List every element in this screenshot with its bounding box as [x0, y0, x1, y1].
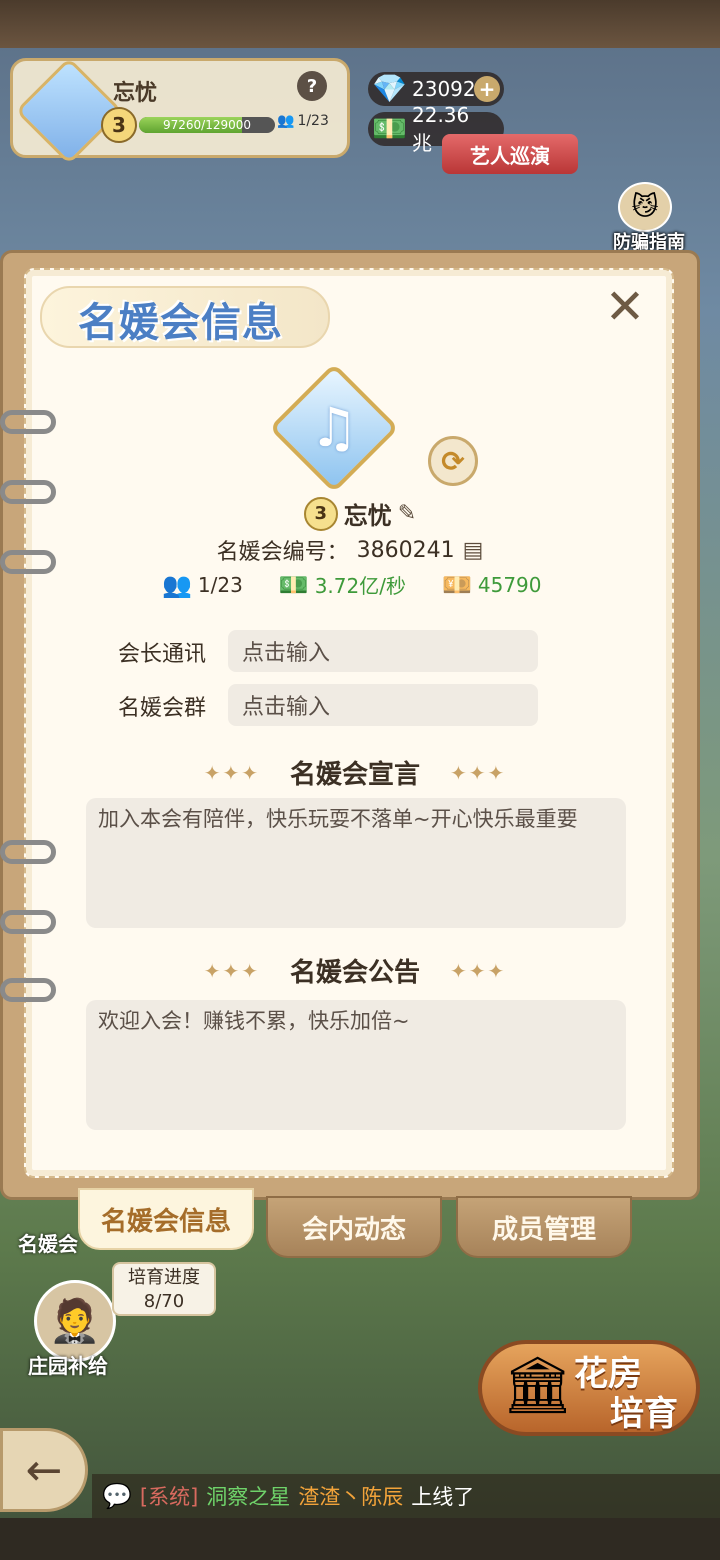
close-button[interactable]: ✕ [600, 282, 650, 332]
cash-icon: 💵 [372, 112, 407, 145]
guild-id-row: 名媛会编号： 3860241 ▤ [0, 534, 700, 566]
tab-guild-activity[interactable]: 会内动态 [266, 1196, 442, 1258]
guild-scene-label: 名媛会 [18, 1232, 78, 1256]
greenhouse-cultivate-button[interactable]: 🏛 花房 培育 [478, 1340, 700, 1436]
anti-fraud-icon[interactable]: 😼 [618, 182, 672, 232]
back-button[interactable]: ← [0, 1428, 88, 1512]
income-stat: 💵 3.72亿/秒 [279, 570, 406, 599]
sparkle-icon: ✦✦✦ [450, 760, 507, 785]
leader-contact-label: 会长通讯 [118, 642, 207, 667]
banknote-icon: 💴 [441, 570, 472, 599]
binder-ring [0, 840, 56, 864]
sparkle-icon: ✦✦✦ [450, 958, 507, 983]
guild-emblem[interactable]: ♫ [268, 362, 400, 494]
gem-counter: 💎 23092 + [368, 72, 504, 106]
notice-heading: ✦✦✦ 名媛会公告 ✦✦✦ [0, 952, 710, 989]
help-button[interactable]: ? [297, 71, 327, 101]
cash-stat: 💴 45790 [442, 571, 542, 599]
members-icon: 👥 [277, 113, 295, 129]
greenhouse-label-line2: 培育 [610, 1394, 678, 1434]
chat-message: 上线了 [411, 1485, 475, 1509]
member-stat: 👥 1/23 [162, 571, 243, 599]
guild-name: 忘忧 [113, 81, 158, 106]
guild-level-badge: 3 [303, 496, 338, 531]
greenhouse-label: 花房 培育 [574, 1354, 678, 1434]
declaration-textbox[interactable]: 加入本会有陪伴，快乐玩耍不落单~开心快乐最重要 [86, 798, 626, 928]
harp-icon: ♫ [309, 396, 359, 459]
sparkle-icon: ✦✦✦ [203, 958, 260, 983]
income-icon: 💵 [278, 570, 309, 599]
notice-title: 名媛会公告 [289, 958, 420, 988]
guild-name-row: 3 忘忧 ✎ [0, 496, 720, 531]
chat-ticker[interactable]: 💬 [系统] 洞察之星 渣渣丶陈辰 上线了 [92, 1474, 720, 1518]
refresh-emblem-button[interactable]: ⟳ [428, 436, 478, 486]
guild-summary-card[interactable]: 3 忘忧 ? 97260/129000 👥 1/23 [10, 57, 350, 165]
guild-id-value: 3860241 [356, 537, 455, 563]
tab-member-management[interactable]: 成员管理 [456, 1196, 632, 1258]
gem-icon: 💎 [372, 72, 407, 105]
guild-level-badge: 3 [101, 107, 137, 143]
guild-xp-text: 97260/129000 [162, 118, 252, 132]
estate-supply-label[interactable]: 庄园补给 [28, 1350, 108, 1379]
copy-icon[interactable]: ▤ [463, 538, 484, 563]
greenhouse-icon: 🏛 [502, 1353, 574, 1418]
binder-ring [0, 910, 56, 934]
members-icon: 👥 [162, 570, 192, 599]
cash-stat-value: 45790 [477, 572, 542, 597]
add-gem-button[interactable]: + [474, 76, 500, 102]
chat-icon: 💬 [102, 1482, 132, 1510]
greenhouse-label-line1: 花房 [574, 1354, 642, 1394]
notice-textbox[interactable]: 欢迎入会！赚钱不累，快乐加倍~ [86, 1000, 626, 1130]
guild-xp-bar: 97260/129000 [139, 117, 275, 133]
leader-contact-input[interactable]: 点击输入 [228, 630, 538, 672]
chat-player-title: 洞察之星 [206, 1485, 291, 1509]
chat-system-tag: [系统] [139, 1485, 199, 1509]
binder-ring [0, 410, 56, 434]
guild-stats-row: 👥 1/23 💵 3.72亿/秒 💴 45790 [162, 570, 542, 599]
guild-id-label: 名媛会编号： [216, 540, 349, 565]
declaration-heading: ✦✦✦ 名媛会宣言 ✦✦✦ [0, 754, 710, 791]
tab-guild-info[interactable]: 名媛会信息 [78, 1188, 254, 1250]
guild-group-input[interactable]: 点击输入 [228, 684, 538, 726]
edit-icon[interactable]: ✎ [398, 501, 416, 526]
cultivation-progress-label: 培育进度 [128, 1267, 200, 1288]
gem-value: 23092 [412, 77, 476, 101]
guild-member-count: 👥 1/23 [277, 113, 329, 129]
top-frame [0, 0, 720, 48]
artist-tour-button[interactable]: 艺人巡演 [442, 134, 578, 174]
member-stat-value: 1/23 [197, 572, 243, 597]
sparkle-icon: ✦✦✦ [203, 760, 260, 785]
panel-title: 名媛会信息 [78, 300, 283, 346]
cultivation-progress: 培育进度 8/70 [112, 1262, 216, 1316]
chat-player-name: 渣渣丶陈辰 [298, 1485, 404, 1509]
guild-name-text: 忘忧 [343, 502, 392, 530]
bottom-frame [0, 1518, 720, 1560]
cultivation-progress-value: 8/70 [143, 1291, 185, 1312]
guild-group-label: 名媛会群 [118, 696, 207, 721]
declaration-title: 名媛会宣言 [289, 760, 420, 790]
guild-member-count-text: 1/23 [297, 113, 329, 129]
income-stat-value: 3.72亿/秒 [314, 574, 406, 598]
